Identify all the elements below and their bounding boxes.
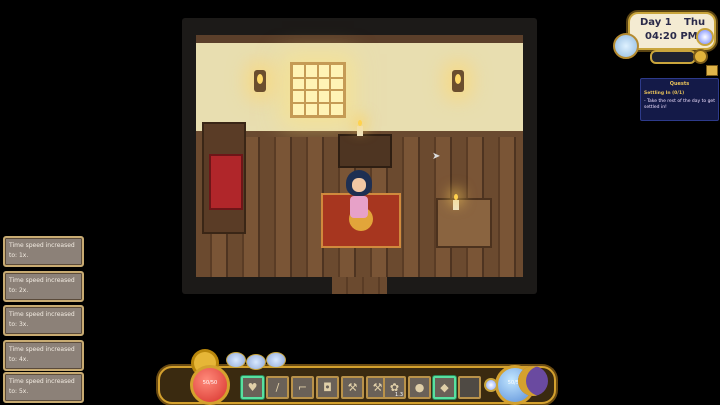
hotbar-slot-3[interactable]: ⌐ [291,376,314,399]
hotbar-slot-2[interactable]: / [266,376,289,399]
gem-icon [696,28,714,46]
window [290,62,346,118]
wall-trim [196,35,523,43]
heart-icon: ♥ [247,381,258,394]
cloud-icon [246,354,266,370]
mouse-cursor-icon: ➤ [432,151,441,162]
notification-text: Time speed increased to: 1x. [9,242,75,259]
desk[interactable] [338,134,392,168]
hotbar-slot-10[interactable] [458,376,481,399]
table[interactable] [436,198,492,248]
wall-sconce-left [254,70,266,92]
notification-toast: Time speed increased to: 2x. [3,271,84,302]
notification-text: Time speed increased to: 5x. [9,378,75,395]
player-face [352,178,366,192]
item-count: 1.3 [395,392,403,398]
gem-icon [484,378,498,392]
cloud-icon [266,352,286,368]
journal-icon[interactable] [706,65,718,76]
notification-toast: Time speed increased to: 1x. [3,236,84,267]
candle-table [453,194,459,210]
quest-description: - Take the rest of the day to get settle… [644,99,715,110]
game-room [182,18,537,294]
hotbar-slot-4[interactable]: ◘ [316,376,339,399]
cloud-icon [226,352,246,368]
hotbar-slot-7[interactable]: ✿ 1.3 [383,376,406,399]
quest-panel[interactable]: Quests Settling In (0/1) - Take the rest… [640,78,719,121]
notification-text: Time speed increased to: 4x. [9,346,75,363]
money-bar [650,50,696,64]
coin-icon [693,49,708,64]
health-label: 50/50 [202,380,218,386]
clock-time: 04:20 PM [645,31,698,42]
quest-header: Quests [669,81,690,87]
hotbar-slot-5[interactable]: ⚒ [341,376,364,399]
candle-desk [357,120,363,136]
notification-text: Time speed increased to: 2x. [9,277,75,294]
wall-sconce-right [452,70,464,92]
hotbar-slot-1[interactable]: ♥ [241,376,264,399]
clock-day: Day 1 [640,17,672,28]
hotbar-slot-8[interactable]: ● [408,376,431,399]
hotbar-slot-9[interactable]: ◆ [433,376,456,399]
hoe-icon: ⌐ [297,381,308,394]
health-orb: 50/50 [190,365,230,405]
gem-item-icon: ◆ [440,381,449,394]
bed[interactable] [202,122,246,234]
season-icon [613,33,639,59]
axe-icon: ⚒ [347,381,358,394]
player-character [346,170,372,222]
empty-slot-icon [462,381,477,394]
notification-toast: Time speed increased to: 5x. [3,372,84,403]
notification-toast: Time speed increased to: 3x. [3,305,84,336]
notification-text: Time speed increased to: 3x. [9,311,75,328]
player-body [350,196,368,218]
notification-toast: Time speed increased to: 4x. [3,340,84,371]
stone-icon: ● [414,381,425,394]
watering-can-icon: ◘ [323,381,332,394]
clock-day-of-week: Thu [684,17,706,28]
moon-icon [518,366,548,396]
bed-cover [209,154,243,210]
doorway[interactable] [332,277,387,294]
quest-title: Settling In (0/1) [644,91,685,96]
back-wall [196,43,523,131]
wand-icon: / [275,381,280,394]
